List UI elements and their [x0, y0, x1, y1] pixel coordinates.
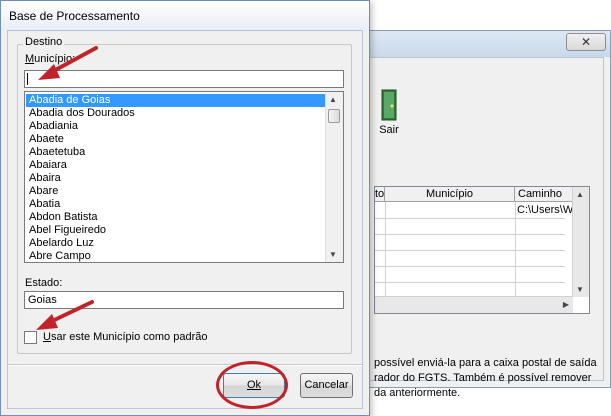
municipio-list-item[interactable]: Abaira	[26, 172, 329, 185]
info-line: da anteriormente.	[374, 387, 461, 399]
municipio-list-item[interactable]: Abatia	[26, 198, 329, 211]
municipio-list-item[interactable]: Abelardo Luz	[26, 237, 329, 250]
sair-label: Sair	[379, 124, 399, 136]
background-window: ✕ Sair to Município Caminho C:\Users\Wi	[330, 30, 611, 399]
municipio-list-item[interactable]: Abel Figueiredo	[26, 224, 329, 237]
municipio-list-item[interactable]: Abaiara	[26, 159, 329, 172]
info-text: possível enviá-la para a caixa postal de…	[374, 356, 611, 408]
grid-col-line	[385, 202, 386, 298]
cancel-label: Cancelar	[304, 379, 349, 391]
grid-col-line	[515, 202, 516, 298]
cancel-button[interactable]: Cancelar	[300, 373, 353, 398]
municipio-list-item[interactable]: Abare	[26, 185, 329, 198]
exit-door-icon	[381, 89, 397, 121]
files-grid[interactable]: to Município Caminho C:\Users\Wi ▲ ▼ ▶	[374, 186, 590, 314]
background-titlebar: ✕	[331, 31, 610, 57]
list-vertical-scrollbar[interactable]: ▲ ▼	[325, 92, 343, 262]
municipio-list-item[interactable]: Abadia dos Dourados	[26, 107, 329, 120]
grid-row-line	[375, 282, 565, 283]
dialog-title: Base de Processamento	[9, 9, 140, 23]
text-caret	[27, 73, 28, 85]
scroll-up-icon[interactable]: ▲	[329, 95, 337, 104]
municipio-list-item[interactable]: Abaete	[26, 133, 329, 146]
button-divider	[8, 364, 362, 366]
annotation-circle	[216, 361, 288, 409]
close-button[interactable]: ✕	[566, 33, 606, 51]
grid-row-line	[375, 218, 565, 219]
grid-header-caminho[interactable]: Caminho	[515, 187, 575, 202]
grid-vertical-scrollbar[interactable]: ▲ ▼	[572, 187, 589, 297]
info-line: rador do FGTS. Também é possível remover	[374, 372, 592, 384]
grid-horizontal-scrollbar[interactable]: ▶	[375, 296, 573, 313]
sair-button[interactable]: Sair	[374, 88, 404, 136]
scroll-down-icon[interactable]: ▼	[329, 250, 337, 259]
scroll-right-icon[interactable]: ▶	[563, 300, 569, 309]
grid-row-line	[375, 266, 565, 267]
scroll-up-icon[interactable]: ▲	[576, 190, 584, 199]
scroll-down-icon[interactable]: ▼	[576, 285, 584, 294]
grid-cell-caminho[interactable]: C:\Users\Wi	[517, 204, 576, 216]
info-line: possível enviá-la para a caixa postal de…	[374, 357, 597, 369]
background-body: Sair to Município Caminho C:\Users\Wi ▲ …	[337, 57, 604, 399]
municipio-list-item[interactable]: Abadiania	[26, 120, 329, 133]
municipio-list[interactable]: Abadia de Goias Abadia dos Dourados Abadia…	[24, 91, 344, 263]
grid-header-municipio[interactable]: Município	[385, 187, 515, 202]
annotation-arrow-icon	[38, 46, 98, 80]
municipio-list-item[interactable]: Abre Campo	[26, 250, 329, 262]
grid-row-line	[375, 234, 565, 235]
municipio-list-item[interactable]: Abadia de Goias	[26, 94, 329, 107]
scroll-thumb[interactable]	[328, 109, 340, 123]
close-icon: ✕	[580, 35, 592, 49]
grid-header-col-0[interactable]: to	[375, 187, 385, 202]
annotation-arrow-icon	[36, 300, 94, 330]
dialog-titlebar[interactable]: Base de Processamento	[1, 1, 369, 30]
municipio-list-item[interactable]: Abdon Batista	[26, 211, 329, 224]
grid-row-line	[375, 250, 565, 251]
municipio-list-item[interactable]: Abaetetuba	[26, 146, 329, 159]
estado-label: Estado:	[25, 277, 63, 289]
